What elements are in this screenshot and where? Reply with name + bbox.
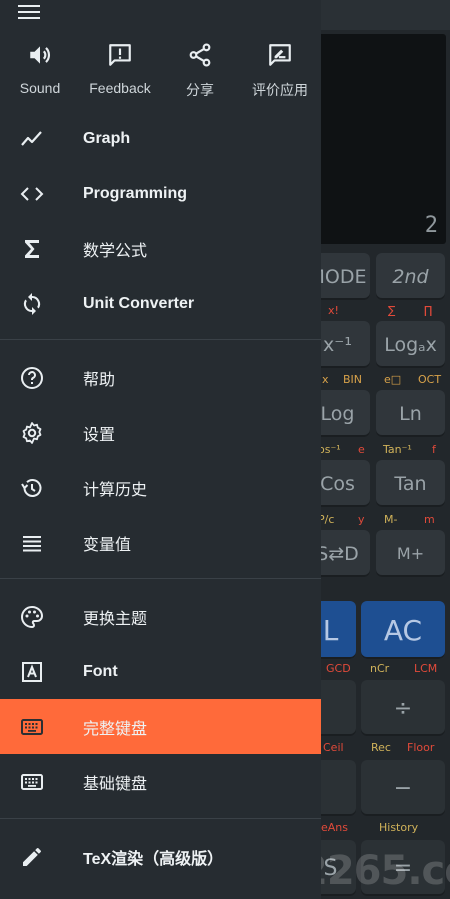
key-sublabel: Tan⁻¹ (383, 443, 412, 456)
history-icon (20, 476, 44, 500)
key-sublabel: LCM (414, 662, 438, 675)
menu-item-label: Unit Converter (83, 294, 195, 312)
palette-icon (20, 605, 44, 629)
keyboard-icon (20, 770, 44, 794)
menu-item-full-keyboard[interactable]: 完整键盘 (0, 699, 321, 754)
rate-icon (267, 42, 293, 68)
menu-item-label: Font (83, 662, 118, 680)
key-sublabel: ∑ (388, 304, 396, 317)
second-function-key[interactable]: 2nd (376, 253, 445, 300)
share-button[interactable]: 分享 (160, 42, 240, 100)
menu-item-label: TeX渲染（高级版） (83, 850, 224, 868)
share-label: 分享 (186, 82, 214, 98)
key-sublabel: nCr (370, 662, 390, 675)
sound-label: Sound (19, 80, 61, 96)
speaker-icon (27, 42, 53, 68)
menu-item-graph[interactable]: Graph (0, 111, 321, 166)
key-sublabel: Ceil (323, 741, 344, 754)
feedback-label: Feedback (89, 80, 151, 96)
sync-icon (20, 292, 44, 316)
menu-item-unit-converter[interactable]: Unit Converter (0, 276, 321, 331)
list-icon (20, 531, 44, 555)
key-sublabel: eAns (321, 821, 348, 834)
key-sublabel: GCD (326, 662, 351, 675)
font-icon (20, 660, 44, 684)
menu-item-programming[interactable]: Programming (0, 166, 321, 221)
menu-item-font[interactable]: Font (0, 644, 321, 699)
key-sublabel: ∏ (424, 304, 433, 317)
sigma-icon (20, 237, 44, 261)
memory-add-key[interactable]: M+ (376, 530, 445, 577)
key-sublabel: OCT (418, 373, 442, 386)
rate-label: 评价应用 (252, 82, 308, 98)
minus-key[interactable]: − (361, 760, 445, 816)
display-value: 2 (424, 213, 438, 238)
divider (0, 578, 321, 579)
key-sublabel: e□ (384, 373, 402, 386)
menu-item-label: 变量值 (83, 536, 132, 554)
help-icon (20, 366, 44, 390)
menu-item-settings[interactable]: 设置 (0, 405, 321, 460)
all-clear-key[interactable]: AC (361, 601, 445, 659)
key-sublabel: History (379, 821, 419, 834)
menu-item-history[interactable]: 计算历史 (0, 460, 321, 515)
menu-item-formulas[interactable]: 数学公式 (0, 221, 321, 276)
key-sublabel: y (358, 513, 365, 526)
feedback-icon (107, 42, 133, 68)
keyboard-icon (20, 715, 44, 739)
key-sublabel: Rec (371, 741, 391, 754)
menu-item-label: Programming (83, 184, 188, 202)
share-icon (187, 42, 213, 68)
menu-item-label: 完整键盘 (83, 720, 148, 738)
gear-icon (20, 421, 44, 445)
key-sublabel: x (322, 373, 329, 386)
watermark: 2265.com (300, 848, 450, 894)
pencil-icon (20, 845, 44, 869)
divider (0, 339, 321, 340)
tan-key[interactable]: Tan (376, 460, 445, 507)
key-sublabel: M- (384, 513, 398, 526)
menu-item-label: 设置 (83, 426, 116, 444)
key-sublabel: f (432, 443, 436, 456)
sound-button[interactable]: Sound (0, 42, 80, 96)
navigation-drawer: Sound Feedback 分享 评价应用 Graph Programming (0, 0, 321, 899)
key-sublabel: e (358, 443, 365, 456)
key-sublabel: m (424, 513, 435, 526)
menu-icon[interactable] (18, 5, 42, 23)
key-sublabel: x! (328, 304, 339, 317)
feedback-button[interactable]: Feedback (80, 42, 160, 96)
key-sublabel: BIN (343, 373, 363, 386)
menu-item-variables[interactable]: 变量值 (0, 515, 321, 570)
key-sublabel: os⁻¹ (318, 443, 341, 456)
key-sublabel: Floor (407, 741, 435, 754)
menu-item-tex-rendering[interactable]: TeX渲染（高级版） (0, 829, 321, 884)
menu-item-theme[interactable]: 更换主题 (0, 589, 321, 644)
ln-key[interactable]: Ln (376, 390, 445, 437)
menu-item-label: Graph (83, 129, 131, 147)
menu-item-basic-keyboard[interactable]: 基础键盘 (0, 754, 321, 809)
menu-item-label: 数学公式 (83, 242, 148, 260)
menu-item-label: 帮助 (83, 371, 116, 389)
menu-item-label: 更换主题 (83, 610, 148, 628)
divider (0, 818, 321, 819)
menu-item-help[interactable]: 帮助 (0, 350, 321, 405)
menu-item-label: 基础键盘 (83, 775, 148, 793)
rate-app-button[interactable]: 评价应用 (240, 42, 320, 100)
divide-key[interactable]: ÷ (361, 680, 445, 736)
log-base-key[interactable]: Logₐx (376, 321, 445, 368)
graph-icon (20, 127, 44, 151)
calculator-display: 2 (318, 34, 446, 244)
code-icon (20, 182, 44, 206)
menu-item-label: 计算历史 (83, 481, 148, 499)
